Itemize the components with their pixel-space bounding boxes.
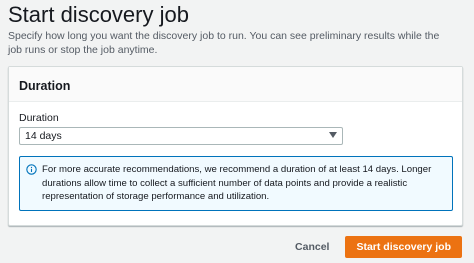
page: Start discovery job Specify how long you… bbox=[0, 0, 474, 263]
panel-header: Duration bbox=[9, 67, 462, 102]
page-description: Specify how long you want the discovery … bbox=[8, 30, 440, 56]
page-title: Start discovery job bbox=[8, 2, 189, 27]
cancel-button[interactable]: Cancel bbox=[295, 241, 329, 253]
info-alert: For more accurate recommendations, we re… bbox=[19, 156, 453, 211]
info-alert-text: For more accurate recommendations, we re… bbox=[42, 164, 432, 202]
duration-select-value: 14 days bbox=[25, 130, 62, 142]
panel-title: Duration bbox=[19, 79, 71, 93]
duration-panel: Duration Duration 14 days For more accur… bbox=[8, 66, 463, 226]
start-discovery-job-button[interactable]: Start discovery job bbox=[345, 236, 462, 258]
duration-field-label: Duration bbox=[19, 112, 59, 124]
caret-down-icon bbox=[329, 132, 337, 138]
form-actions: Cancel Start discovery job bbox=[295, 236, 462, 258]
info-icon bbox=[26, 164, 37, 175]
duration-select[interactable]: 14 days bbox=[19, 127, 343, 145]
